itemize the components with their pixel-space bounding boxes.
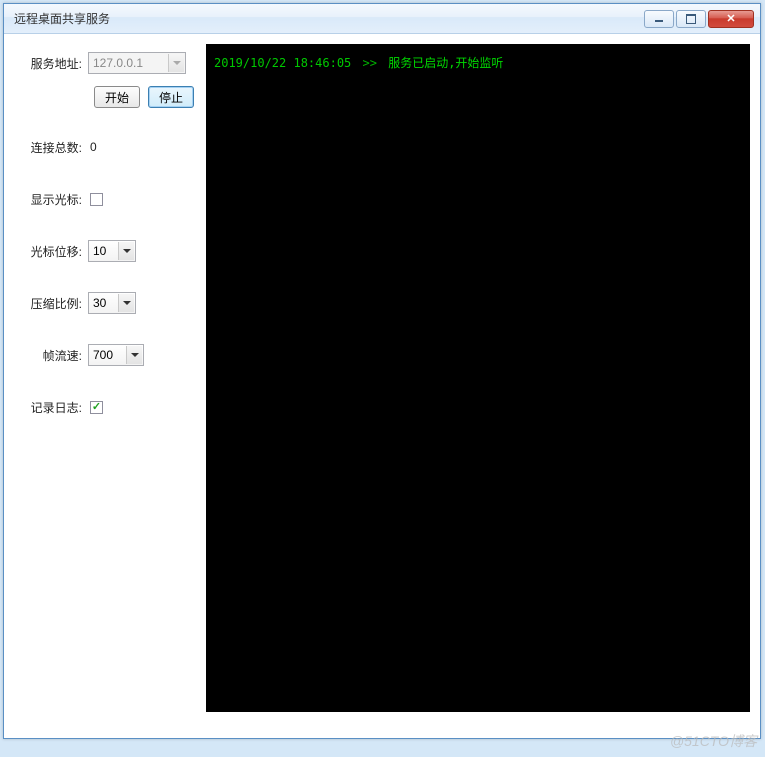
log-message: 服务已启动,开始监听 [388, 56, 503, 70]
show-cursor-checkbox[interactable] [90, 193, 103, 206]
log-checkbox[interactable] [90, 401, 103, 414]
row-show-cursor: 显示光标: [14, 188, 196, 210]
row-compress: 压缩比例: 30 [14, 292, 196, 314]
fps-combo[interactable]: 700 [88, 344, 144, 366]
cursor-offset-label: 光标位移: [14, 243, 88, 260]
stop-button[interactable]: 停止 [148, 86, 194, 108]
compress-label: 压缩比例: [14, 295, 88, 312]
client-area: 服务地址: 127.0.0.1 开始 停止 连接总数: 0 显示光标: [4, 34, 760, 738]
chevron-down-icon [118, 242, 134, 260]
app-window: 远程桌面共享服务 服务地址: 127.0.0.1 开始 停止 连接总数: 0 [3, 3, 761, 739]
connection-total-value: 0 [88, 140, 97, 154]
log-console[interactable]: 2019/10/22 18:46:05 >> 服务已启动,开始监听 [206, 44, 750, 712]
log-timestamp: 2019/10/22 18:46:05 [214, 56, 351, 70]
window-controls [644, 10, 754, 28]
start-button[interactable]: 开始 [94, 86, 140, 108]
cursor-offset-value: 10 [93, 244, 106, 258]
fps-value: 700 [93, 348, 113, 362]
row-log: 记录日志: [14, 396, 196, 418]
row-fps: 帧流速: 700 [14, 344, 196, 366]
service-address-value: 127.0.0.1 [93, 56, 143, 70]
row-cursor-offset: 光标位移: 10 [14, 240, 196, 262]
close-button[interactable] [708, 10, 754, 28]
connection-total-label: 连接总数: [14, 139, 88, 156]
watermark: @51CTO博客 [670, 731, 757, 751]
row-service-address: 服务地址: 127.0.0.1 [14, 52, 196, 74]
titlebar[interactable]: 远程桌面共享服务 [4, 4, 760, 34]
compress-value: 30 [93, 296, 106, 310]
show-cursor-label: 显示光标: [14, 191, 88, 208]
settings-panel: 服务地址: 127.0.0.1 开始 停止 连接总数: 0 显示光标: [14, 44, 202, 728]
service-address-label: 服务地址: [14, 55, 88, 72]
compress-combo[interactable]: 30 [88, 292, 136, 314]
fps-label: 帧流速: [14, 347, 88, 364]
log-separator: >> [363, 56, 377, 70]
row-buttons: 开始 停止 [14, 86, 196, 108]
chevron-down-icon [126, 346, 142, 364]
chevron-down-icon [118, 294, 134, 312]
window-title: 远程桌面共享服务 [14, 10, 644, 27]
log-label: 记录日志: [14, 399, 88, 416]
cursor-offset-combo[interactable]: 10 [88, 240, 136, 262]
service-address-combo[interactable]: 127.0.0.1 [88, 52, 186, 74]
console-panel: 2019/10/22 18:46:05 >> 服务已启动,开始监听 [206, 44, 750, 728]
chevron-down-icon [168, 54, 184, 72]
maximize-button[interactable] [676, 10, 706, 28]
log-line: 2019/10/22 18:46:05 >> 服务已启动,开始监听 [214, 54, 742, 72]
minimize-button[interactable] [644, 10, 674, 28]
row-connection-total: 连接总数: 0 [14, 136, 196, 158]
